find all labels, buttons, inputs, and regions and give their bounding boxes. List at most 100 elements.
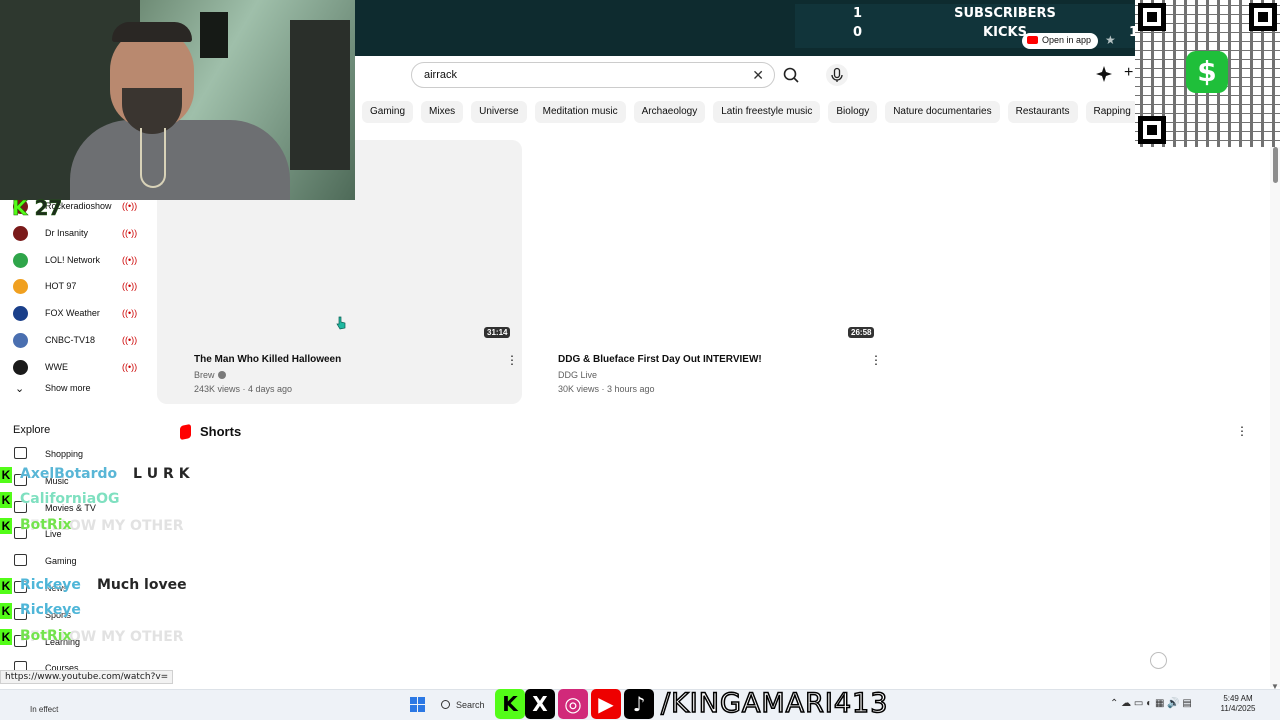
- chip[interactable]: Universe: [471, 101, 527, 123]
- verified-icon: [217, 371, 226, 379]
- instagram-logo-icon: ◎: [558, 689, 588, 719]
- duration-badge: 26:58: [848, 327, 875, 338]
- clock-time: 5:49 AM: [1223, 694, 1253, 703]
- kick-badge-icon: K: [0, 492, 12, 508]
- live-broadcast-icon: ((•)): [122, 254, 138, 265]
- channel-label: Dr Insanity: [45, 227, 89, 238]
- shorts-label: Shorts: [200, 424, 242, 439]
- live-broadcast-icon: ((•)): [122, 334, 138, 345]
- sidebar-channel[interactable]: Dr Insanity ((•)): [0, 220, 150, 247]
- chip-bar: Gaming Mixes Universe Meditation music Archa…: [362, 101, 1139, 123]
- kick-badge-icon: K: [0, 629, 12, 645]
- live-broadcast-icon: ((•)): [122, 281, 138, 292]
- youtube-logo-icon: [1027, 36, 1038, 44]
- chip[interactable]: Mixes: [421, 101, 464, 123]
- video-meta: 243K views · 4 days ago: [194, 384, 293, 394]
- chip[interactable]: Rapping: [1085, 101, 1139, 123]
- youtube-logo-icon: ▶: [591, 689, 621, 719]
- explore-item[interactable]: Gaming: [0, 547, 150, 574]
- windows-start-icon[interactable]: [410, 697, 426, 713]
- chip[interactable]: Nature documentaries: [885, 101, 1000, 123]
- chip[interactable]: Restaurants: [1007, 101, 1078, 123]
- cashapp-qr-code: $: [1135, 0, 1280, 147]
- channel-avatar: [13, 306, 28, 322]
- channel-label: CNBC-TV18: [45, 334, 96, 345]
- kick-viewer-badge: K 27: [12, 196, 63, 221]
- sidebar-channel[interactable]: WWE ((•)): [0, 354, 150, 381]
- stream-goal-banner: 1 SUBSCRIBERS 250 0 KICKS 1000 Open in a…: [355, 0, 1215, 56]
- chip[interactable]: Gaming: [362, 101, 414, 123]
- kick-badge-icon: K: [0, 578, 12, 594]
- chat-text: L U R K: [133, 466, 190, 482]
- chat-username: Rickeye: [20, 577, 81, 593]
- chip[interactable]: Meditation music: [534, 101, 626, 123]
- channel-avatar: [13, 252, 28, 268]
- video-card[interactable]: 26:58 DDG & Blueface First Day Out INTER…: [521, 140, 886, 404]
- chip[interactable]: Archaeology: [633, 101, 706, 123]
- search-input[interactable]: airrack: [424, 69, 457, 81]
- shorts-icon: [180, 423, 191, 441]
- channel-name[interactable]: DDG Live: [558, 370, 597, 380]
- kick-badge-icon: K: [0, 518, 12, 534]
- show-more-label: Show more: [45, 383, 91, 393]
- sidebar-channel[interactable]: CNBC-TV18 ((•)): [0, 327, 150, 354]
- channel-label: HOT 97: [45, 281, 77, 292]
- scrollbar-thumb[interactable]: [1273, 147, 1278, 183]
- sidebar-channel[interactable]: LOL! Network ((•)): [0, 247, 150, 274]
- clear-search-icon[interactable]: ✕: [752, 67, 764, 84]
- video-title[interactable]: The Man Who Killed Halloween: [194, 354, 341, 365]
- open-in-app-button[interactable]: Open in app: [1022, 33, 1099, 49]
- loading-spinner-icon: [1150, 652, 1167, 669]
- screen: airrack ✕ + Gaming Mixes Universe Meditatio…: [0, 0, 1280, 720]
- channel-label: LOL! Network: [45, 254, 101, 265]
- cashapp-logo-icon: $: [1186, 51, 1228, 93]
- tiktok-logo-icon: ♪: [624, 689, 654, 719]
- kick-logo-icon: K: [495, 689, 525, 719]
- explore-heading: Explore: [13, 424, 51, 436]
- search-box[interactable]: airrack ✕: [411, 62, 775, 88]
- scrollbar[interactable]: ▼: [1270, 147, 1280, 691]
- status-url: https://www.youtube.com/watch?v=: [0, 670, 174, 684]
- chat-username: BotRix: [20, 628, 72, 644]
- kick-badge-icon: K: [0, 467, 12, 483]
- bookmark-star-icon[interactable]: ★: [1105, 33, 1116, 47]
- explore-label: Shopping: [45, 449, 84, 459]
- webcam-feed: [0, 0, 355, 200]
- sidebar-channel[interactable]: HOT 97 ((•)): [0, 273, 150, 300]
- clock[interactable]: 5:49 AM 11/4/2025: [1216, 694, 1260, 714]
- search-icon[interactable]: [780, 62, 802, 88]
- live-broadcast-icon: ((•)): [122, 361, 138, 372]
- clock-date: 11/4/2025: [1220, 704, 1256, 713]
- show-more-button[interactable]: ⌄ Show more: [0, 380, 150, 400]
- chip[interactable]: Latin freestyle music: [713, 101, 821, 123]
- microphone-icon[interactable]: [825, 62, 849, 88]
- sidebar-channel[interactable]: FOX Weather ((•)): [0, 300, 150, 327]
- explore-icon: [14, 554, 27, 567]
- chat-username: Rickeye: [20, 602, 81, 618]
- channel-avatar: [13, 279, 28, 295]
- chip[interactable]: Biology: [828, 101, 878, 123]
- x-logo-icon: X: [525, 689, 555, 719]
- chat-username: BotRix: [20, 517, 72, 533]
- open-in-app-label: Open in app: [1042, 35, 1092, 45]
- explore-label: Gaming: [45, 556, 77, 567]
- video-title[interactable]: DDG & Blueface First Day Out INTERVIEW!: [558, 354, 762, 365]
- video-thumbnail[interactable]: [521, 140, 886, 343]
- channel-avatar: [13, 225, 28, 241]
- hand-cursor-icon: [336, 316, 346, 330]
- streamer-handle: /KINGAMARI413: [660, 687, 889, 720]
- channel-name[interactable]: Brew: [194, 370, 226, 380]
- video-meta: 30K views · 3 hours ago: [558, 384, 655, 394]
- channel-avatar: [13, 332, 28, 348]
- more-vert-icon[interactable]: ⋮: [1236, 424, 1248, 438]
- sidebar-subscriptions: Rockeradioshow ((•)) Dr Insanity ((•)) LOL! …: [0, 193, 150, 381]
- chevron-down-icon: ⌄: [15, 383, 25, 395]
- create-plus-icon[interactable]: +: [1124, 64, 1133, 82]
- social-links-bar: K X ◎ ▶ ♪ /KINGAMARI413: [495, 687, 915, 720]
- weather-widget[interactable]: In effect: [30, 705, 58, 715]
- system-tray[interactable]: ⌃ ☁ ▭ ◐ ▦ 🔊 ▤: [1110, 698, 1192, 709]
- gemini-sparkle-icon[interactable]: [1096, 66, 1112, 82]
- more-vert-icon[interactable]: ⋮: [506, 353, 518, 367]
- explore-item[interactable]: Shopping: [0, 440, 150, 467]
- more-vert-icon[interactable]: ⋮: [870, 353, 882, 367]
